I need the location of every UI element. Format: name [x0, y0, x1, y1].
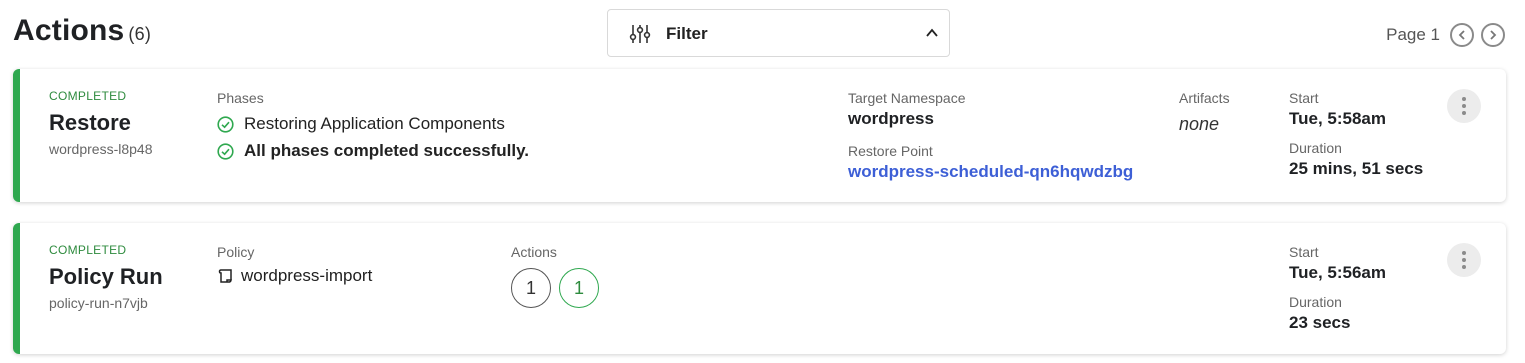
filter-label: Filter	[666, 24, 708, 43]
actions-counts: 1 1	[511, 268, 599, 308]
filter-dropdown[interactable]: Filter	[607, 9, 950, 57]
pagination: Page 1	[1386, 21, 1505, 49]
phase-item: All phases completed successfully.	[217, 141, 529, 161]
chevron-up-icon	[926, 28, 938, 37]
status-bar	[13, 69, 20, 202]
start-value: Tue, 5:58am	[1289, 109, 1387, 128]
phases-label: Phases	[217, 90, 264, 106]
policy-link[interactable]: wordpress-import	[217, 266, 372, 286]
action-title: Policy Run	[49, 264, 163, 289]
action-count: (6)	[128, 24, 152, 44]
start-value: Tue, 5:56am	[1289, 263, 1387, 282]
restore-point-link[interactable]: wordpress-scheduled-qn6hqwdzbg	[848, 162, 1133, 182]
restore-point-label: Restore Point	[848, 143, 933, 159]
action-count-completed[interactable]: 1	[559, 268, 599, 308]
chevron-right-icon	[1490, 30, 1497, 40]
page-title: Actions (6)	[13, 14, 151, 48]
page-indicator: Page 1	[1386, 25, 1440, 44]
action-id: policy-run-n7vjb	[49, 295, 148, 311]
actions-label: Actions	[511, 244, 557, 260]
sliders-icon	[629, 25, 651, 43]
duration-label: Duration	[1289, 140, 1342, 156]
check-circle-icon	[217, 142, 234, 160]
status-badge: COMPLETED	[49, 89, 127, 103]
policy-name: wordpress-import	[241, 266, 373, 285]
kebab-menu-icon[interactable]	[1447, 243, 1481, 277]
action-title: Restore	[49, 110, 131, 135]
prev-page-button[interactable]	[1450, 23, 1474, 47]
duration-value: 25 mins, 51 secs	[1289, 159, 1424, 178]
action-card-policy-run[interactable]: COMPLETED Policy Run policy-run-n7vjb Po…	[13, 223, 1506, 354]
action-count-total[interactable]: 1	[511, 268, 551, 308]
target-namespace-value: wordpress	[848, 109, 934, 128]
kebab-menu-icon[interactable]	[1447, 89, 1481, 123]
start-label: Start	[1289, 90, 1319, 106]
policy-label: Policy	[217, 244, 255, 260]
page-header: Actions (6) Filter Page 1	[0, 0, 1525, 66]
action-card-restore[interactable]: COMPLETED Restore wordpress-l8p48 Phases…	[13, 69, 1506, 202]
phase-text: Restoring Application Components	[244, 114, 505, 133]
scroll-icon	[218, 269, 232, 283]
duration-label: Duration	[1289, 294, 1342, 310]
status-bar	[13, 223, 20, 354]
phase-item: Restoring Application Components	[217, 114, 505, 134]
chevron-left-icon	[1458, 30, 1465, 40]
target-namespace-label: Target Namespace	[848, 90, 966, 106]
phase-text: All phases completed successfully.	[244, 141, 530, 160]
duration-value: 23 secs	[1289, 313, 1351, 332]
artifacts-label: Artifacts	[1179, 90, 1230, 106]
action-id: wordpress-l8p48	[49, 141, 153, 157]
check-circle-icon	[217, 115, 234, 133]
next-page-button[interactable]	[1481, 23, 1505, 47]
start-label: Start	[1289, 244, 1319, 260]
artifacts-value: none	[1179, 114, 1220, 134]
status-badge: COMPLETED	[49, 243, 127, 257]
page-title-text: Actions	[13, 14, 125, 47]
